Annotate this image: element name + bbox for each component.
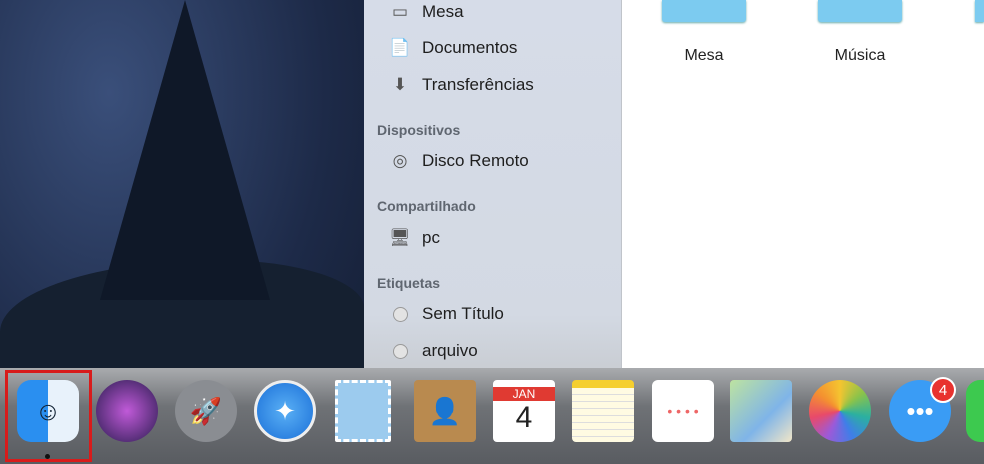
folder-icon[interactable] [975, 0, 984, 22]
dock-maps[interactable] [730, 380, 792, 442]
tag-circle-icon [392, 306, 408, 322]
sidebar-item-disco-remoto[interactable]: ◎ Disco Remoto [388, 149, 529, 173]
finder-content: Mesa Música [622, 0, 984, 370]
dock-reminders[interactable]: • • • • [652, 380, 714, 442]
finder-sidebar: ▭ Mesa 📄 Documentos ⬇ Transferências Dispos… [364, 0, 622, 370]
calendar-day: 4 [515, 401, 533, 434]
dock-notes[interactable] [572, 380, 634, 442]
section-compartilhado: Compartilhado [377, 198, 476, 214]
notification-badge: 4 [930, 377, 956, 403]
calendar-month: JAN [493, 387, 555, 401]
folder-label-musica[interactable]: Música [800, 47, 920, 65]
disc-icon: ◎ [392, 151, 408, 170]
dock-contacts[interactable]: 👤 [414, 380, 476, 442]
sidebar-item-documentos[interactable]: 📄 Documentos [388, 36, 517, 60]
tree [100, 0, 270, 300]
label: Transferências [422, 75, 534, 94]
label: Documentos [422, 38, 518, 57]
dock-facetime[interactable] [966, 380, 984, 442]
dock-launchpad[interactable]: 🚀 [175, 380, 237, 442]
music-folder-icon[interactable] [818, 0, 902, 22]
sidebar-tag-arquivo[interactable]: arquivo [388, 339, 478, 363]
dock-calendar[interactable]: JAN 4 [493, 380, 555, 442]
label: arquivo [422, 341, 478, 360]
download-icon: ⬇ [392, 75, 408, 94]
sidebar-tag-sem-titulo[interactable]: Sem Título [388, 302, 504, 326]
dock-safari[interactable]: ✦ [254, 380, 316, 442]
computer-icon: 🖥 [389, 228, 411, 247]
label: pc [422, 228, 440, 247]
dock: ☺ 🚀 ✦ 👤 JAN 4 • • • • ••• 4 [0, 368, 984, 464]
section-etiquetas: Etiquetas [377, 275, 441, 291]
running-indicator [45, 454, 50, 459]
sidebar-item-mesa[interactable]: ▭ Mesa [388, 0, 464, 24]
documents-icon: 📄 [389, 38, 411, 57]
desktop-icon: ▭ [391, 2, 409, 21]
folder-label-mesa[interactable]: Mesa [644, 47, 764, 65]
sidebar-item-transferencias[interactable]: ⬇ Transferências [388, 73, 534, 97]
dock-mail[interactable] [335, 380, 391, 442]
section-dispositivos: Dispositivos [377, 122, 461, 138]
dock-photos[interactable] [809, 380, 871, 442]
dock-finder[interactable]: ☺ [17, 380, 79, 442]
label: Sem Título [422, 304, 504, 323]
label: Mesa [422, 2, 464, 21]
dock-siri[interactable] [96, 380, 158, 442]
folder-icon[interactable] [662, 0, 746, 22]
sidebar-item-pc[interactable]: 🖥 pc [388, 226, 440, 250]
tag-circle-icon [392, 343, 408, 359]
label: Disco Remoto [422, 151, 529, 170]
